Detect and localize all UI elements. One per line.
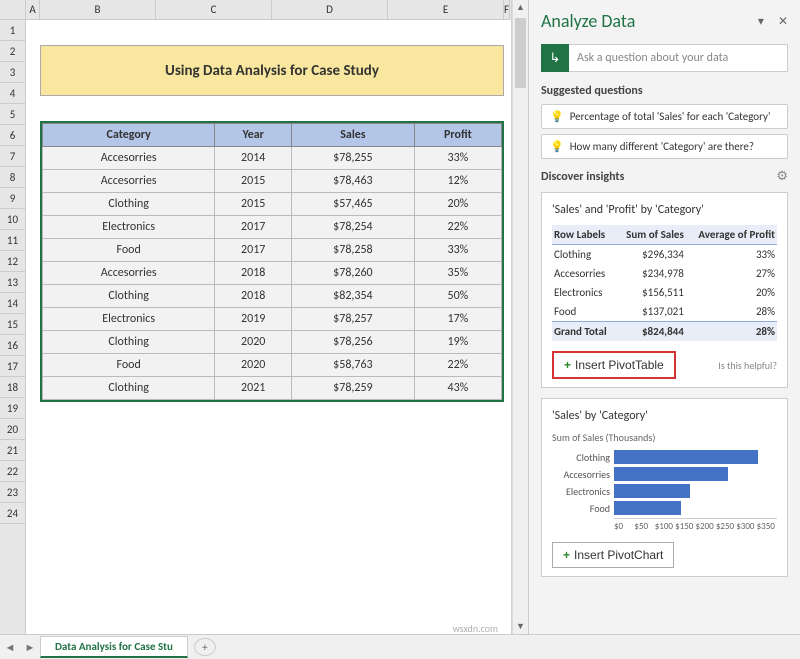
- suggestion-2[interactable]: 💡How many different 'Category' are there…: [541, 134, 788, 159]
- card-title: 'Sales' and 'Profit' by 'Category': [552, 203, 777, 217]
- bulb-icon: 💡: [550, 110, 564, 123]
- insert-pivottable-button[interactable]: +Insert PivotTable: [552, 351, 676, 379]
- sheet-data-table[interactable]: Category Year Sales Profit Accesorries20…: [40, 121, 504, 402]
- cell[interactable]: Clothing: [43, 331, 215, 354]
- discover-insights-label: Discover insights: [541, 170, 624, 184]
- helpful-link[interactable]: Is this helpful?: [718, 359, 777, 372]
- cell[interactable]: Electronics: [43, 216, 215, 239]
- insert-pivotchart-button[interactable]: +Insert PivotChart: [552, 542, 674, 568]
- chart-subtitle: Sum of Sales (Thousands): [552, 431, 777, 444]
- pane-close-icon[interactable]: ✕: [778, 14, 788, 29]
- cell[interactable]: 22%: [414, 354, 501, 377]
- tab-nav-right-icon[interactable]: ►: [20, 641, 40, 654]
- sheet-tab-bar: ◄ ► Data Analysis for Case Stu +: [0, 634, 800, 659]
- cell[interactable]: $78,258: [292, 239, 415, 262]
- pane-title: Analyze Data: [541, 10, 635, 32]
- cell[interactable]: 22%: [414, 216, 501, 239]
- suggested-questions-label: Suggested questions: [541, 84, 788, 98]
- cell[interactable]: 33%: [414, 239, 501, 262]
- cell[interactable]: 17%: [414, 308, 501, 331]
- cell[interactable]: 2018: [215, 285, 292, 308]
- scroll-down-icon[interactable]: ▼: [513, 621, 528, 632]
- cell[interactable]: $78,256: [292, 331, 415, 354]
- cell[interactable]: $78,257: [292, 308, 415, 331]
- plus-icon: +: [564, 358, 571, 372]
- cell[interactable]: 20%: [414, 193, 501, 216]
- sheet-tab[interactable]: Data Analysis for Case Stu: [40, 636, 188, 658]
- cell[interactable]: 2017: [215, 216, 292, 239]
- cell[interactable]: $78,260: [292, 262, 415, 285]
- column-headers[interactable]: A B C D E F: [26, 0, 511, 20]
- tab-nav-left-icon[interactable]: ◄: [0, 641, 20, 654]
- cell[interactable]: Food: [43, 239, 215, 262]
- cell[interactable]: Clothing: [43, 193, 215, 216]
- watermark: wsxdn.com: [453, 622, 498, 635]
- sheet-title-cell[interactable]: Using Data Analysis for Case Study: [40, 45, 504, 96]
- cell[interactable]: 19%: [414, 331, 501, 354]
- cell[interactable]: 2018: [215, 262, 292, 285]
- plus-icon: +: [563, 548, 570, 562]
- cell[interactable]: Clothing: [43, 377, 215, 400]
- col-header-category[interactable]: Category: [43, 124, 215, 147]
- cell[interactable]: $58,763: [292, 354, 415, 377]
- cell[interactable]: Accesorries: [43, 147, 215, 170]
- pivot-table: Row Labels Sum of Sales Average of Profi…: [552, 225, 777, 341]
- cell[interactable]: 35%: [414, 262, 501, 285]
- cell[interactable]: Electronics: [43, 308, 215, 331]
- cell[interactable]: $78,259: [292, 377, 415, 400]
- cell[interactable]: Food: [43, 354, 215, 377]
- cell[interactable]: 50%: [414, 285, 501, 308]
- scroll-up-icon[interactable]: ▲: [513, 2, 528, 13]
- cell[interactable]: 2014: [215, 147, 292, 170]
- cell[interactable]: Clothing: [43, 285, 215, 308]
- cell[interactable]: 2020: [215, 354, 292, 377]
- cell[interactable]: Accesorries: [43, 262, 215, 285]
- chart-axis: $0$50$100$150$200$250$300$350: [614, 518, 777, 532]
- cell[interactable]: 33%: [414, 147, 501, 170]
- col-header-year[interactable]: Year: [215, 124, 292, 147]
- card-title: 'Sales' by 'Category': [552, 409, 777, 423]
- cell[interactable]: $78,255: [292, 147, 415, 170]
- col-header-sales[interactable]: Sales: [292, 124, 415, 147]
- cell[interactable]: 2017: [215, 239, 292, 262]
- pane-dropdown-icon[interactable]: ▾: [758, 14, 764, 29]
- gear-icon[interactable]: ⚙: [776, 169, 788, 184]
- cell[interactable]: $82,354: [292, 285, 415, 308]
- row-headers[interactable]: for(let i=1;i<=24;i++)document.write('<d…: [0, 0, 26, 634]
- cell[interactable]: 2021: [215, 377, 292, 400]
- new-sheet-button[interactable]: +: [194, 638, 216, 656]
- cell[interactable]: 2015: [215, 170, 292, 193]
- cell[interactable]: 43%: [414, 377, 501, 400]
- insight-card-chart: 'Sales' by 'Category' Sum of Sales (Thou…: [541, 398, 788, 577]
- insight-card-pivottable: 'Sales' and 'Profit' by 'Category' Row L…: [541, 192, 788, 388]
- spreadsheet-area: for(let i=1;i<=24;i++)document.write('<d…: [0, 0, 512, 634]
- col-header-profit[interactable]: Profit: [414, 124, 501, 147]
- scroll-thumb[interactable]: [515, 18, 526, 88]
- analyze-data-pane: Analyze Data ▾ ✕ ↳ Ask a question about …: [528, 0, 800, 634]
- bulb-icon: 💡: [550, 140, 564, 153]
- search-input[interactable]: Ask a question about your data: [569, 44, 788, 72]
- suggestion-1[interactable]: 💡Percentage of total 'Sales' for each 'C…: [541, 104, 788, 129]
- cell[interactable]: 2020: [215, 331, 292, 354]
- cell[interactable]: 2015: [215, 193, 292, 216]
- cell[interactable]: 2019: [215, 308, 292, 331]
- search-submit-icon[interactable]: ↳: [541, 44, 569, 72]
- bar-chart: ClothingAccesorriesElectronicsFood: [552, 450, 777, 515]
- cell[interactable]: $57,465: [292, 193, 415, 216]
- cell[interactable]: $78,254: [292, 216, 415, 239]
- cell[interactable]: Accesorries: [43, 170, 215, 193]
- cell[interactable]: $78,463: [292, 170, 415, 193]
- vertical-scrollbar[interactable]: ▲ ▼: [512, 0, 528, 634]
- cell[interactable]: 12%: [414, 170, 501, 193]
